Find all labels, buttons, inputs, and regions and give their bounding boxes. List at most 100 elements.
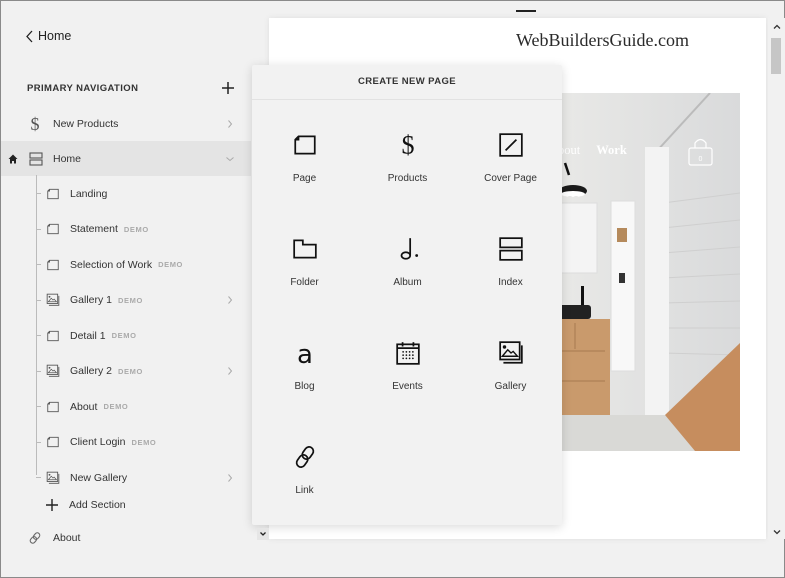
tree-connector-tick — [36, 441, 41, 443]
nav-item-label: About — [53, 531, 81, 544]
demo-badge: DEMO — [118, 366, 143, 376]
tree-connector-tick — [36, 264, 41, 265]
nav-child-title: Statement — [70, 223, 118, 235]
nav-child-title: New Gallery — [70, 471, 128, 484]
page-type-events[interactable]: Events — [356, 339, 459, 429]
nav-item-home[interactable]: Home — [1, 141, 251, 176]
cover-page-icon — [497, 131, 525, 159]
nav-child-label: New Gallery — [70, 472, 127, 484]
nav-child-title: Detail 1 — [70, 329, 106, 342]
chevron-down-icon[interactable] — [225, 154, 235, 164]
page-type-label: Products — [387, 173, 428, 184]
preview-scrollbar[interactable] — [768, 18, 785, 539]
gallery-icon — [45, 292, 61, 308]
page-type-link[interactable]: Link — [253, 443, 356, 533]
tree-connector-tick — [36, 335, 41, 336]
page-type-label: Link — [295, 485, 314, 496]
homepage-house-icon — [8, 154, 18, 163]
blog-icon: a — [291, 339, 319, 367]
back-to-home-link[interactable]: Home — [25, 29, 71, 43]
add-section-button[interactable]: Add Section — [45, 498, 126, 512]
page-type-label: Folder — [290, 277, 319, 288]
tree-connector-tick — [36, 299, 41, 301]
chevron-down-icon — [260, 532, 266, 536]
page-type-products[interactable]: $ Products — [356, 131, 459, 221]
chevron-right-icon[interactable] — [225, 119, 235, 129]
site-nav: About Work — [555, 143, 627, 158]
index-icon — [28, 151, 44, 167]
plus-icon — [46, 499, 58, 511]
page-type-gallery[interactable]: Gallery — [459, 339, 562, 429]
chevron-left-icon — [26, 30, 33, 42]
demo-badge: DEMO — [131, 437, 157, 447]
nav-child-label: Statement DEMO — [70, 223, 149, 235]
nav-child-title: About — [70, 400, 98, 413]
add-page-button[interactable] — [220, 80, 236, 96]
demo-badge: DEMO — [118, 295, 143, 305]
nav-item-label: Home — [53, 152, 82, 165]
nav-child-title: Gallery 1 — [70, 294, 113, 306]
nav-child-title: Gallery 2 — [70, 365, 113, 377]
dollar-icon: $ — [394, 131, 422, 159]
chevron-right-icon[interactable] — [225, 473, 235, 483]
demo-badge: DEMO — [103, 402, 129, 411]
page-type-page[interactable]: Page — [253, 131, 356, 221]
page-type-cover-page[interactable]: Cover Page — [459, 131, 562, 221]
nav-item-new-products[interactable]: $ New Products — [1, 106, 251, 141]
site-nav-work[interactable]: Work — [596, 143, 627, 158]
nav-child-title: Selection of Work — [70, 258, 153, 271]
nav-child-label: Selection of Work DEMO — [70, 259, 183, 271]
page-type-label: Index — [498, 277, 523, 288]
primary-navigation-heading: PRIMARY NAVIGATION — [27, 83, 139, 94]
popover-scroll-down[interactable] — [257, 528, 269, 540]
index-icon — [497, 235, 525, 263]
create-new-page-popover: CREATE NEW PAGE Page $ Products Cover Pag… — [252, 65, 562, 525]
page-icon — [45, 221, 61, 237]
page-type-folder[interactable]: Folder — [253, 235, 356, 325]
chevron-right-icon[interactable] — [225, 366, 235, 376]
page-type-album[interactable]: Album — [356, 235, 459, 325]
back-label: Home — [38, 29, 72, 43]
page-icon — [45, 328, 61, 344]
page-type-label: Cover Page — [484, 173, 537, 184]
folder-icon — [291, 235, 319, 263]
tree-connector-tick — [36, 370, 41, 372]
nav-child-label: About DEMO — [70, 401, 128, 413]
page-type-label: Album — [393, 277, 422, 288]
music-note-icon — [394, 235, 422, 263]
nav-child-label: Gallery 2 DEMO — [70, 365, 143, 377]
link-icon — [291, 443, 319, 471]
page-icon — [45, 186, 61, 202]
hero-image: 0 About Work — [555, 93, 740, 451]
site-title: WebBuildersGuide.com — [515, 30, 689, 50]
page-icon — [45, 257, 61, 273]
page-type-label: Events — [392, 381, 423, 392]
add-section-label: Add Section — [69, 499, 126, 511]
page-type-label: Page — [292, 173, 317, 184]
page-type-index[interactable]: Index — [459, 235, 562, 325]
scroll-up-icon[interactable] — [772, 22, 782, 32]
page-icon — [291, 131, 319, 159]
scroll-thumb[interactable] — [771, 38, 781, 74]
preview-drag-handle[interactable] — [516, 10, 536, 12]
tree-connector-tick — [36, 193, 41, 194]
svg-text:$: $ — [31, 115, 40, 133]
page-type-label: Blog — [294, 381, 315, 392]
dollar-icon: $ — [27, 115, 43, 133]
page-icon — [45, 434, 61, 450]
nav-child-label: Gallery 1 DEMO — [70, 294, 143, 306]
gallery-icon — [497, 339, 525, 367]
link-icon — [27, 530, 43, 546]
nav-child-label: Client Login DEMO — [70, 436, 156, 448]
gallery-icon — [45, 470, 61, 486]
demo-badge: DEMO — [111, 331, 137, 340]
demo-badge: DEMO — [158, 260, 183, 269]
scroll-down-icon[interactable] — [772, 527, 782, 537]
page-type-blog[interactable]: a Blog — [253, 339, 356, 429]
nav-child-title: Landing — [70, 187, 108, 200]
chevron-right-icon[interactable] — [225, 295, 235, 305]
nav-item-about-link[interactable]: About — [1, 520, 251, 555]
gallery-icon — [45, 363, 61, 379]
calendar-icon — [394, 339, 422, 367]
demo-badge: DEMO — [123, 224, 149, 234]
